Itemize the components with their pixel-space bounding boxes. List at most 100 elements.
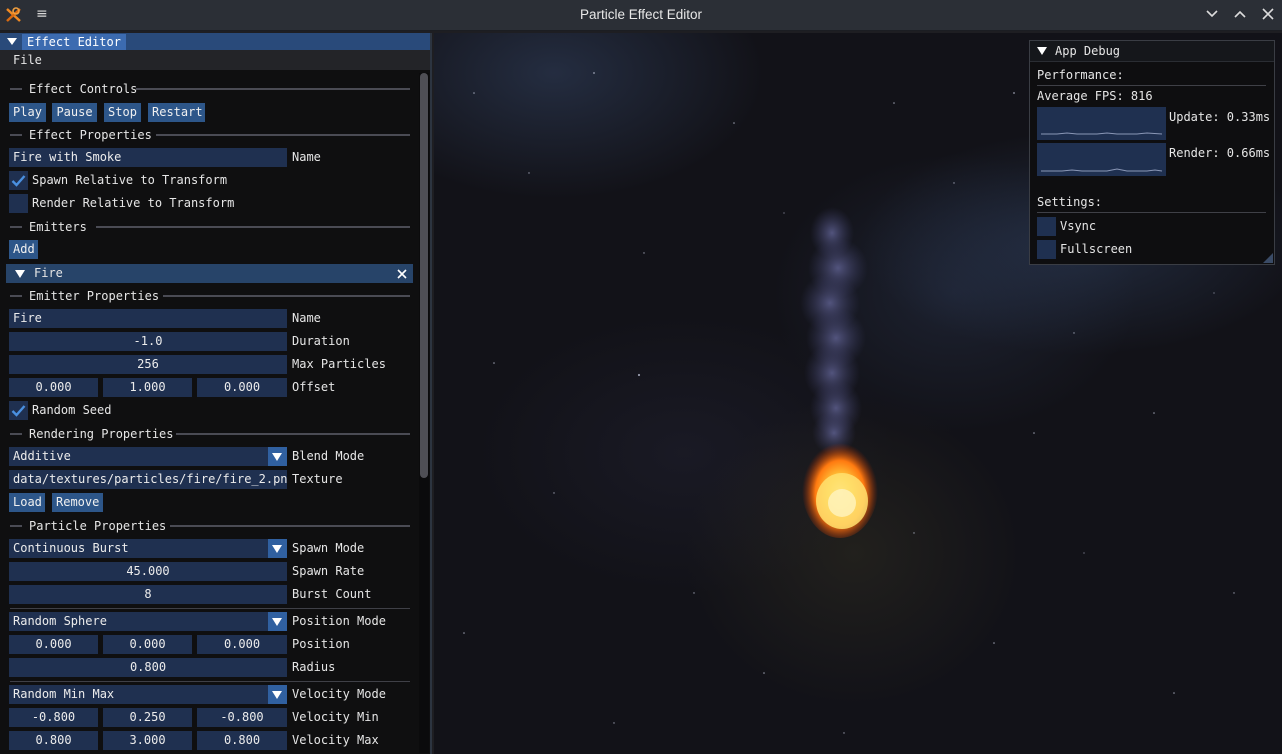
render-time-label: Render: 0.66ms bbox=[1169, 146, 1271, 160]
velocity-min-label: Velocity Min bbox=[292, 710, 379, 724]
burst-count-input[interactable]: 8 bbox=[9, 585, 287, 604]
collapse-triangle-icon[interactable] bbox=[15, 270, 25, 278]
section-heading: Effect Properties bbox=[29, 128, 152, 142]
panel-header[interactable]: Effect Editor bbox=[0, 33, 430, 50]
smoke-plume bbox=[800, 207, 868, 455]
divider bbox=[10, 608, 410, 609]
title-bar: ≡ Particle Effect Editor bbox=[0, 0, 1282, 31]
position-z-input[interactable]: 0.000 bbox=[197, 635, 287, 654]
menu-file[interactable]: File bbox=[13, 53, 42, 67]
max-particles-label: Max Particles bbox=[292, 357, 386, 371]
performance-heading: Performance: bbox=[1037, 68, 1124, 82]
emitter-name-input[interactable]: Fire bbox=[9, 309, 287, 328]
fullscreen-checkbox[interactable] bbox=[1037, 240, 1056, 259]
add-emitter-button[interactable]: Add bbox=[9, 240, 38, 259]
texture-label: Texture bbox=[292, 472, 343, 486]
update-graph-line bbox=[1041, 132, 1163, 135]
section-emitters: Emitters bbox=[10, 220, 410, 234]
spawn-rate-label: Spawn Rate bbox=[292, 564, 365, 578]
section-heading: Particle Properties bbox=[29, 519, 167, 533]
velocity-mode-select[interactable]: Random Min Max bbox=[9, 685, 287, 704]
velocity-min-y-input[interactable]: 0.250 bbox=[103, 708, 192, 727]
section-heading: Effect Controls bbox=[29, 82, 138, 96]
resize-grip[interactable] bbox=[1263, 253, 1273, 263]
spawn-rate-input[interactable]: 45.000 bbox=[9, 562, 287, 581]
spawn-mode-label: Spawn Mode bbox=[292, 541, 365, 555]
offset-z-input[interactable]: 0.000 bbox=[197, 378, 287, 397]
offset-y-input[interactable]: 1.000 bbox=[103, 378, 192, 397]
spawn-relative-label: Spawn Relative to Transform bbox=[32, 173, 228, 187]
duration-label: Duration bbox=[292, 334, 350, 348]
average-fps-text: Average FPS: 816 bbox=[1037, 89, 1153, 103]
position-mode-label: Position Mode bbox=[292, 614, 386, 628]
emitter-name-label: Name bbox=[292, 311, 321, 325]
vsync-checkbox[interactable] bbox=[1037, 217, 1056, 236]
radius-input[interactable]: 0.800 bbox=[9, 658, 287, 677]
velocity-max-label: Velocity Max bbox=[292, 733, 379, 747]
effect-editor-panel: Effect Editor File Effect Controls Play … bbox=[0, 33, 432, 754]
section-effect-properties: Effect Properties bbox=[10, 128, 410, 142]
window-title: Particle Effect Editor bbox=[579, 7, 703, 22]
update-time-graph bbox=[1037, 107, 1166, 140]
position-y-input[interactable]: 0.000 bbox=[103, 635, 192, 654]
velocity-max-x-input[interactable]: 0.800 bbox=[9, 731, 98, 750]
app-debug-window[interactable]: App Debug Performance: Average FPS: 816 … bbox=[1029, 40, 1275, 265]
velocity-mode-value: Random Min Max bbox=[13, 687, 115, 701]
section-rendering-properties: Rendering Properties bbox=[10, 427, 410, 441]
restart-button[interactable]: Restart bbox=[148, 103, 205, 122]
load-texture-button[interactable]: Load bbox=[9, 493, 45, 512]
divider bbox=[10, 681, 410, 682]
burst-count-label: Burst Count bbox=[292, 587, 372, 601]
fire-particles bbox=[802, 438, 878, 538]
velocity-min-x-input[interactable]: -0.800 bbox=[9, 708, 98, 727]
render-relative-checkbox[interactable] bbox=[9, 194, 28, 213]
render-graph-line bbox=[1041, 168, 1163, 172]
render-relative-label: Render Relative to Transform bbox=[32, 196, 235, 210]
velocity-max-z-input[interactable]: 0.800 bbox=[197, 731, 287, 750]
settings-heading: Settings: bbox=[1037, 195, 1103, 209]
max-particles-input[interactable]: 256 bbox=[9, 355, 287, 374]
random-seed-checkbox[interactable] bbox=[9, 401, 28, 420]
emitter-header-fire[interactable]: Fire bbox=[6, 264, 413, 283]
close-icon[interactable] bbox=[1260, 6, 1276, 22]
offset-x-input[interactable]: 0.000 bbox=[9, 378, 98, 397]
effect-name-input[interactable]: Fire with Smoke bbox=[9, 148, 287, 167]
radius-label: Radius bbox=[292, 660, 336, 674]
collapse-triangle-icon[interactable] bbox=[7, 38, 17, 45]
duration-input[interactable]: -1.0 bbox=[9, 332, 287, 351]
position-mode-select[interactable]: Random Sphere bbox=[9, 612, 287, 631]
offset-label: Offset bbox=[292, 380, 336, 394]
dropdown-arrow-icon[interactable] bbox=[268, 612, 287, 631]
section-emitter-properties: Emitter Properties bbox=[10, 289, 410, 303]
chevron-down-icon[interactable] bbox=[1204, 6, 1220, 22]
blend-mode-select[interactable]: Additive bbox=[9, 447, 287, 466]
section-heading: Emitters bbox=[29, 220, 87, 234]
blend-mode-label: Blend Mode bbox=[292, 449, 365, 463]
blend-mode-value: Additive bbox=[13, 449, 71, 463]
velocity-min-z-input[interactable]: -0.800 bbox=[197, 708, 287, 727]
scrollbar-thumb[interactable] bbox=[420, 73, 428, 478]
stop-button[interactable]: Stop bbox=[104, 103, 141, 122]
pause-button[interactable]: Pause bbox=[52, 103, 97, 122]
close-icon[interactable] bbox=[397, 269, 407, 279]
dropdown-arrow-icon[interactable] bbox=[268, 447, 287, 466]
position-x-input[interactable]: 0.000 bbox=[9, 635, 98, 654]
collapse-triangle-icon[interactable] bbox=[1037, 47, 1047, 55]
texture-path-input[interactable]: data/textures/particles/fire/fire_2.png bbox=[9, 470, 287, 489]
render-time-graph bbox=[1037, 143, 1166, 176]
dropdown-arrow-icon[interactable] bbox=[268, 539, 287, 558]
chevron-up-icon[interactable] bbox=[1232, 6, 1248, 22]
divider bbox=[1037, 85, 1266, 86]
checkmark-icon bbox=[11, 175, 26, 187]
spawn-relative-checkbox[interactable] bbox=[9, 171, 28, 190]
debug-header[interactable]: App Debug bbox=[1030, 41, 1274, 62]
effect-name-label: Name bbox=[292, 150, 321, 164]
remove-texture-button[interactable]: Remove bbox=[52, 493, 103, 512]
section-particle-properties: Particle Properties bbox=[10, 519, 410, 533]
fullscreen-label: Fullscreen bbox=[1060, 242, 1133, 256]
velocity-max-y-input[interactable]: 3.000 bbox=[103, 731, 192, 750]
spawn-mode-select[interactable]: Continuous Burst bbox=[9, 539, 287, 558]
vsync-label: Vsync bbox=[1060, 219, 1097, 233]
play-button[interactable]: Play bbox=[9, 103, 46, 122]
dropdown-arrow-icon[interactable] bbox=[268, 685, 287, 704]
